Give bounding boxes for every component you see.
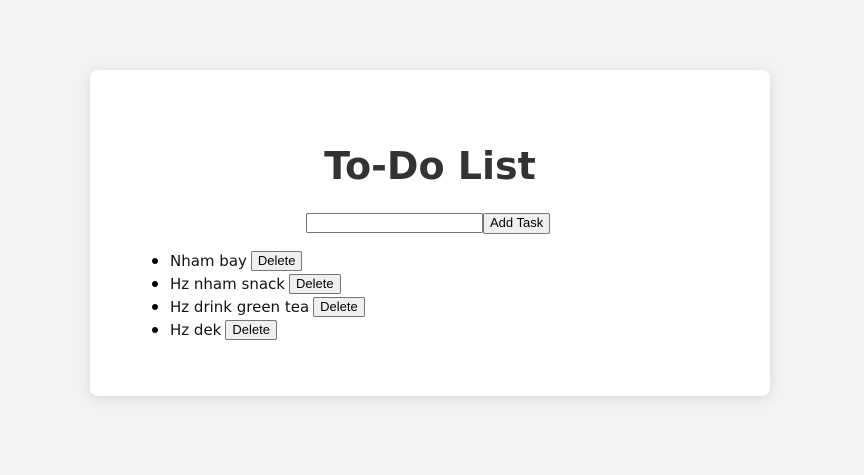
bullet-icon	[152, 281, 158, 287]
todo-card: To-Do List Add Task Nham bay Delete Hz n…	[90, 70, 770, 396]
list-item: Hz drink green tea Delete	[148, 295, 365, 318]
task-text: Nham bay	[170, 251, 247, 270]
task-input[interactable]	[306, 213, 483, 233]
bullet-icon	[152, 258, 158, 264]
list-item: Nham bay Delete	[148, 249, 365, 272]
add-task-form: Add Task	[306, 212, 551, 234]
list-item: Hz nham snack Delete	[148, 272, 365, 295]
task-text: Hz drink green tea	[170, 297, 310, 316]
delete-button[interactable]: Delete	[288, 273, 341, 294]
task-text: Hz nham snack	[170, 274, 285, 293]
delete-button[interactable]: Delete	[225, 319, 277, 340]
bullet-icon	[152, 304, 158, 310]
delete-button[interactable]: Delete	[250, 250, 303, 271]
list-item: Hz dek Delete	[148, 318, 365, 341]
add-task-button[interactable]: Add Task	[483, 212, 551, 234]
task-text: Hz dek	[170, 320, 222, 339]
delete-button[interactable]: Delete	[313, 296, 365, 317]
page-title: To-Do List	[324, 144, 536, 188]
bullet-icon	[152, 327, 158, 333]
task-list: Nham bay Delete Hz nham snack Delete Hz …	[148, 249, 365, 341]
